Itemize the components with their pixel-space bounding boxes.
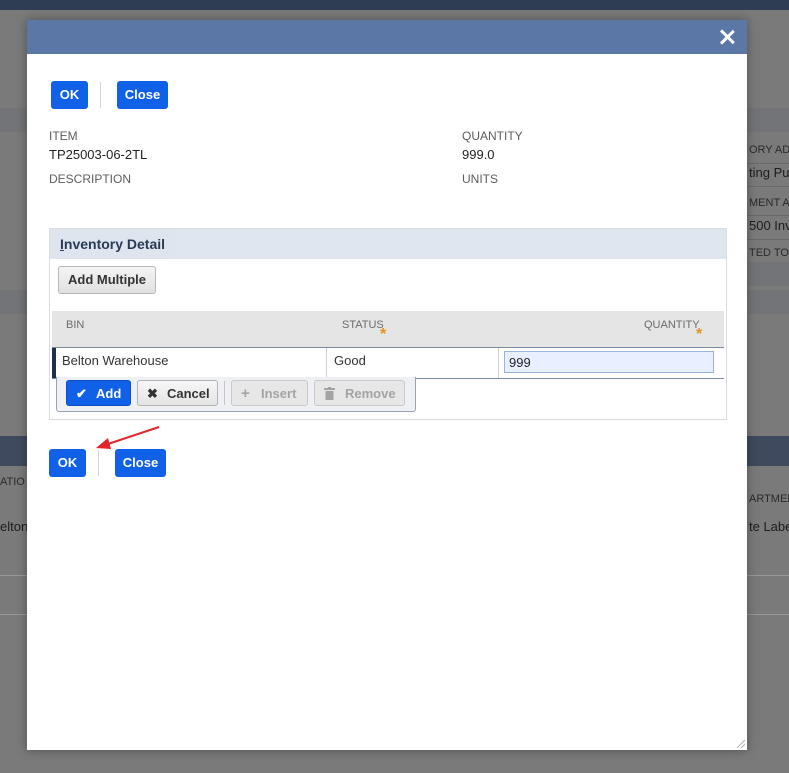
column-header-status: STATUS [342, 319, 384, 331]
item-label: ITEM [49, 129, 78, 143]
background-top-bar [0, 0, 789, 10]
background-value: 500 Inve [749, 218, 789, 233]
background-cell: elton [0, 519, 29, 534]
required-asterisk: * [696, 326, 703, 343]
units-label: UNITS [462, 172, 498, 186]
background-cell: te Labe [749, 519, 789, 534]
cancel-row-button[interactable]: ✖ Cancel [137, 380, 218, 406]
row-action-bar: ✔ Add ✖ Cancel + Insert Remove [56, 377, 416, 412]
inventory-detail-dialog: OK Close ITEM TP25003-06-2TL DESCRIPTION… [27, 20, 747, 750]
close-icon[interactable] [715, 25, 739, 49]
cell-status[interactable]: Good [334, 353, 366, 368]
grid-header: BIN STATUS * QUANTITY * [52, 311, 724, 347]
background-label: MENT AC [749, 197, 789, 209]
row-selection-indicator [52, 348, 56, 378]
background-section-band [747, 262, 789, 286]
cell-divider [498, 348, 499, 378]
background-label: ORY ADJ [749, 144, 789, 156]
tab-inventory-detail[interactable]: Inventory Detail [50, 229, 176, 259]
add-row-label: Add [96, 386, 122, 401]
background-value: ting Pu [749, 165, 789, 180]
item-value: TP25003-06-2TL [49, 147, 148, 162]
background-divider [747, 186, 789, 187]
cell-bin[interactable]: Belton Warehouse [62, 353, 168, 368]
panel-tab-bar: Inventory Detail [50, 229, 726, 259]
close-button-bottom[interactable]: Close [115, 449, 166, 477]
resize-grip-icon[interactable] [735, 738, 745, 748]
dialog-header [27, 20, 747, 54]
cancel-row-label: Cancel [167, 386, 210, 401]
background-divider [747, 163, 789, 164]
background-column-header: ATIO [0, 476, 25, 488]
required-asterisk: * [380, 326, 387, 343]
remove-row-button[interactable]: Remove [314, 380, 405, 406]
x-icon: ✖ [147, 386, 158, 401]
ok-button-bottom[interactable]: OK [49, 449, 86, 477]
remove-row-label: Remove [345, 386, 396, 401]
plus-icon: + [241, 385, 250, 402]
inventory-detail-panel: Inventory Detail Add Multiple BIN STATUS… [49, 228, 727, 420]
background-divider [747, 215, 789, 216]
check-icon: ✔ [76, 386, 87, 401]
cell-divider [326, 348, 327, 378]
column-header-quantity: QUANTITY [644, 319, 700, 331]
quantity-label: QUANTITY [462, 129, 523, 143]
action-separator [224, 381, 225, 405]
add-row-button[interactable]: ✔ Add [66, 380, 131, 406]
close-button-top[interactable]: Close [117, 81, 168, 109]
insert-row-label: Insert [261, 386, 297, 401]
annotation-arrow [96, 426, 160, 449]
quantity-input[interactable]: 999 [504, 351, 714, 373]
description-label: DESCRIPTION [49, 172, 132, 186]
table-row[interactable]: Belton Warehouse Good 999 [52, 347, 724, 379]
background-column-header: ARTMEN [749, 493, 789, 505]
add-multiple-button[interactable]: Add Multiple [58, 266, 156, 294]
tab-label: nventory Detail [63, 236, 166, 252]
ok-button-top[interactable]: OK [51, 81, 88, 109]
trash-icon [324, 381, 335, 409]
insert-row-button[interactable]: + Insert [231, 380, 308, 406]
background-divider [747, 239, 789, 240]
quantity-value: 999.0 [462, 147, 495, 162]
background-label: TED TOT [749, 247, 789, 259]
button-separator [100, 82, 101, 108]
column-header-bin: BIN [66, 319, 85, 331]
button-separator [98, 450, 99, 476]
